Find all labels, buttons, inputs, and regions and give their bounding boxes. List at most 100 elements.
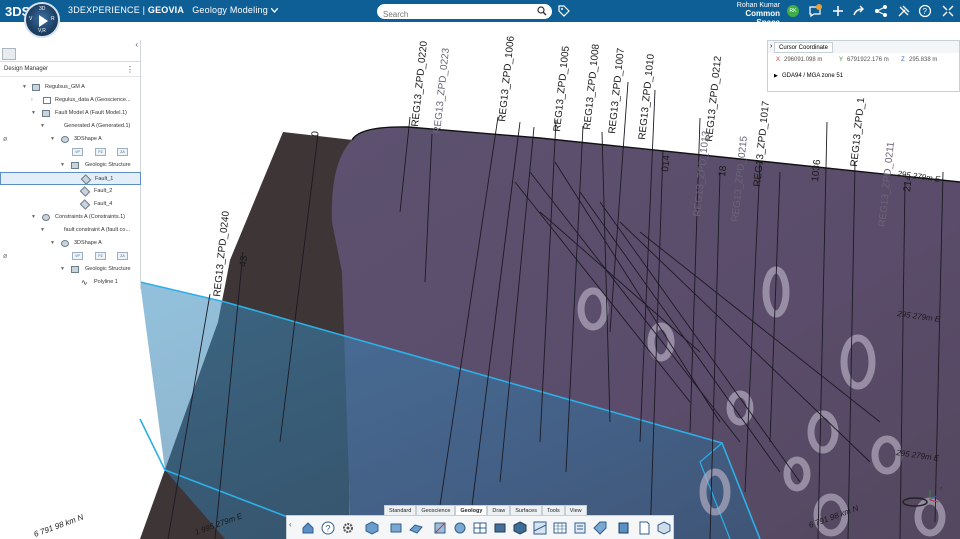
tree-tab-icon[interactable]: [2, 48, 16, 60]
view-za-button[interactable]: ZA: [117, 148, 128, 156]
hide-show-icon[interactable]: ø: [3, 133, 7, 146]
tab-surfaces[interactable]: Surfaces: [510, 505, 542, 515]
view-pz-button[interactable]: PZ: [95, 252, 106, 260]
collapse-arrow-icon[interactable]: ›: [770, 41, 772, 53]
z-label: Z: [901, 57, 905, 63]
panel-title-text: Design Manager: [4, 66, 49, 72]
surface-icon[interactable]: [409, 521, 423, 535]
avatar[interactable]: RK: [787, 5, 799, 17]
tree-item-view-buttons: VP PZ ZA: [0, 146, 141, 159]
tree-item[interactable]: ▼ Geologic Structure: [0, 159, 141, 172]
view-za-button[interactable]: ZA: [117, 252, 128, 260]
compass-3d-label[interactable]: 3D: [39, 6, 45, 12]
document-icon[interactable]: [637, 521, 651, 535]
play-icon[interactable]: [39, 15, 48, 27]
view-vp-button[interactable]: VP: [72, 252, 83, 260]
polyline-icon: ∿: [81, 278, 88, 287]
export-icon[interactable]: [617, 521, 631, 535]
tree-item[interactable]: ▼ Geologic Structure: [0, 263, 141, 276]
search-input[interactable]: [377, 7, 527, 22]
coord-tab[interactable]: Cursor Coordinate: [774, 42, 834, 53]
share-icon[interactable]: [852, 4, 866, 18]
tree-item-fault-1[interactable]: Fault_1: [0, 172, 141, 185]
app-name[interactable]: Geology Modeling: [192, 5, 268, 15]
settings-icon[interactable]: [341, 521, 355, 535]
tag-icon[interactable]: [558, 5, 570, 17]
crs-row[interactable]: ▶ GDA94 / MGA zone 51: [768, 73, 959, 79]
search-icon[interactable]: [537, 6, 547, 16]
more-options-icon[interactable]: ⋮: [126, 62, 134, 77]
expand-icon[interactable]: ▶: [774, 73, 778, 79]
tree-item-label: Geologic Structure: [85, 162, 131, 168]
attribute-icon[interactable]: [573, 521, 587, 535]
tab-view[interactable]: View: [564, 505, 587, 515]
tab-geology[interactable]: Geology: [455, 505, 488, 515]
help-icon[interactable]: ?: [918, 4, 932, 18]
view-vp-button[interactable]: VP: [72, 148, 83, 156]
cursor-coordinate-panel: › Cursor Coordinate X 296091.098 m Y 679…: [767, 40, 960, 92]
x-label: X: [776, 57, 781, 63]
help-circle-icon[interactable]: ?: [321, 521, 335, 535]
3dshape-icon: [61, 240, 69, 247]
tree-item[interactable]: › Regulus_data A (Geoscience...: [0, 94, 141, 107]
horizon-icon[interactable]: [453, 521, 467, 535]
tag-tool-icon[interactable]: [593, 521, 607, 535]
collapse-bar-icon[interactable]: [941, 4, 955, 18]
tree-item-label: Constraints A (Constraints.1): [55, 214, 126, 220]
drillhole-label: 014: [660, 154, 673, 172]
tree-item-label: Fault_1: [95, 176, 114, 182]
search-box[interactable]: [377, 4, 552, 22]
fault-icon: [80, 174, 92, 184]
table-icon[interactable]: [553, 521, 567, 535]
section-icon[interactable]: [533, 521, 547, 535]
tree-item-label: Generated A (Generated.1): [64, 123, 131, 129]
home-icon[interactable]: [301, 521, 315, 535]
hide-show-icon[interactable]: ø: [3, 250, 7, 263]
tree-item[interactable]: ▼ Constraints A (Constraints.1): [0, 211, 141, 224]
compass-left-label[interactable]: V: [29, 16, 32, 22]
tree-item[interactable]: ▼ Generated A (Generated.1): [0, 120, 141, 133]
tree-item-fault-4[interactable]: Fault_4: [0, 198, 141, 211]
plus-icon[interactable]: [831, 4, 845, 18]
3d-viewport[interactable]: REG13_ZPD_0220 REG13_ZPD_0240 REG13_ZPD_…: [0, 22, 960, 539]
geology-scene[interactable]: REG13_ZPD_0220 REG13_ZPD_0240 REG13_ZPD_…: [0, 22, 960, 539]
chat-icon[interactable]: [808, 4, 822, 18]
design-manager-panel: ‹ Design Manager ⋮ ▼ Regulsus_GM A › Regul…: [0, 40, 141, 289]
tab-standard[interactable]: Standard: [384, 505, 417, 515]
tree-item[interactable]: ▼ fault constraint A (fault co...: [0, 224, 141, 237]
drillhole-label: 43: [238, 255, 250, 268]
compass-right-label[interactable]: R: [51, 16, 55, 22]
tab-geoscience[interactable]: Geoscience: [416, 505, 456, 515]
collapse-actionbar-icon[interactable]: ‹: [289, 520, 292, 529]
tree-item[interactable]: ▼ Fault Model A (Fault Model.1): [0, 107, 141, 120]
constraints-icon: [42, 214, 50, 221]
tree-item-label: Geologic Structure: [85, 266, 131, 272]
geology-object-icon[interactable]: [389, 521, 403, 535]
tree-item-label: fault constraint A (fault co...: [64, 227, 131, 233]
tree-item[interactable]: ø ▼ 3DShape A: [0, 133, 141, 146]
tools-icon[interactable]: [897, 4, 911, 18]
tree-item-view-buttons: ø VP PZ ZA: [0, 250, 141, 263]
geologic-structure-icon: [71, 162, 79, 169]
fault-tool-icon[interactable]: [433, 521, 447, 535]
view-pz-button[interactable]: PZ: [95, 148, 106, 156]
cube-icon[interactable]: [365, 521, 379, 535]
tab-tools[interactable]: Tools: [541, 505, 565, 515]
chevron-down-icon[interactable]: [270, 7, 279, 13]
tab-draw[interactable]: Draw: [487, 505, 511, 515]
solid-icon[interactable]: [513, 521, 527, 535]
compass-widget[interactable]: 3D V R V,R: [24, 2, 60, 38]
compass-bottom-label[interactable]: V,R: [38, 28, 46, 34]
tree-item[interactable]: ▼ 3DShape A: [0, 237, 141, 250]
package-icon[interactable]: [657, 521, 671, 535]
collapse-panel-icon[interactable]: ‹: [135, 40, 138, 49]
z-value: 295.838 m: [909, 57, 938, 63]
block-icon[interactable]: [493, 521, 507, 535]
tree-item-polyline-1[interactable]: ∿ Polyline 1: [0, 276, 141, 289]
grid-icon[interactable]: [473, 521, 487, 535]
user-info[interactable]: Rohan Kumar Common Space: [722, 2, 780, 27]
top-bar: 3DS 3DEXPERIENCE | GEOVIA Geology Modeli…: [0, 0, 960, 27]
tree-item-fault-2[interactable]: Fault_2: [0, 185, 141, 198]
network-icon[interactable]: [874, 4, 888, 18]
tree-item[interactable]: ▼ Regulsus_GM A: [0, 81, 141, 94]
